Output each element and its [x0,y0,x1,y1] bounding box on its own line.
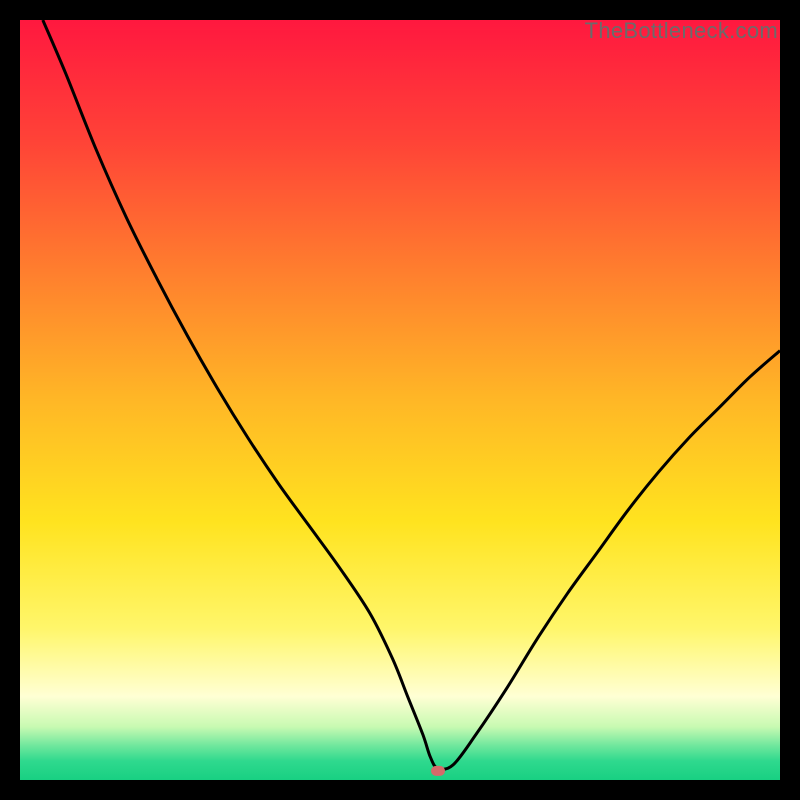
chart-frame: TheBottleneck.com [20,20,780,780]
chart-background [20,20,780,780]
chart-svg [20,20,780,780]
watermark-text: TheBottleneck.com [585,18,778,44]
minimum-marker [431,766,445,776]
